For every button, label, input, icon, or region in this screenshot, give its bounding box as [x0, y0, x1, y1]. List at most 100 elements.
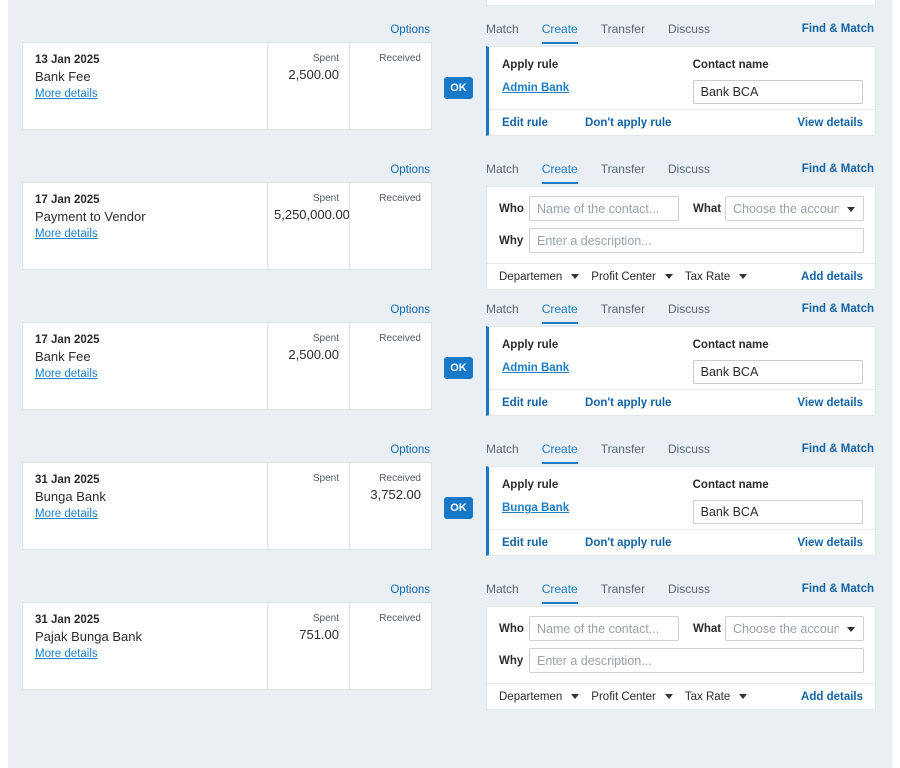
- tab-create[interactable]: Create: [541, 442, 578, 464]
- find-and-match-link[interactable]: Find & Match: [802, 302, 874, 317]
- tab-match[interactable]: Match: [486, 582, 519, 602]
- tax-rate-dropdown[interactable]: Tax Rate: [685, 271, 748, 283]
- more-details-link[interactable]: More details: [35, 506, 98, 522]
- who-label: Who: [499, 202, 524, 215]
- statement-line-column: Options 17 Jan 2025 Payment to Vendor More …: [22, 162, 432, 270]
- departemen-dropdown-label: Departemen: [499, 270, 563, 283]
- who-what-row: Who What: [499, 616, 864, 641]
- options-button[interactable]: Options: [390, 164, 430, 176]
- edit-rule-link[interactable]: Edit rule: [502, 537, 548, 549]
- tab-match[interactable]: Match: [486, 302, 519, 322]
- what-select[interactable]: [725, 196, 864, 221]
- profit-center-dropdown-label: Profit Center: [591, 270, 656, 283]
- who-input[interactable]: [529, 616, 679, 641]
- tab-discuss[interactable]: Discuss: [668, 582, 710, 602]
- find-and-match-link[interactable]: Find & Match: [802, 442, 874, 457]
- add-details-link[interactable]: Add details: [801, 271, 863, 283]
- ok-button[interactable]: OK: [444, 77, 473, 99]
- spent-value: 5,250,000.00: [274, 207, 350, 222]
- contact-name-input[interactable]: [692, 500, 863, 524]
- statement-date: 31 Jan 2025: [35, 614, 100, 626]
- find-and-match-link[interactable]: Find & Match: [802, 582, 874, 597]
- profit-center-dropdown[interactable]: Profit Center: [591, 271, 673, 283]
- tab-transfer[interactable]: Transfer: [601, 22, 645, 42]
- tab-create[interactable]: Create: [541, 22, 578, 44]
- add-details-link[interactable]: Add details: [801, 691, 863, 703]
- contact-name-input[interactable]: [692, 80, 863, 104]
- apply-rule-right: Contact name: [692, 337, 863, 384]
- match-create-column: Match Create Transfer Discuss Find & Match Ap…: [486, 22, 876, 136]
- chevron-down-icon: [664, 694, 673, 699]
- tab-transfer[interactable]: Transfer: [601, 442, 645, 462]
- match-create-column: Match Create Transfer Discuss Find & Match Ap…: [486, 302, 876, 416]
- view-details-link[interactable]: View details: [797, 537, 863, 549]
- find-and-match-link[interactable]: Find & Match: [802, 162, 874, 177]
- tab-create[interactable]: Create: [541, 162, 578, 184]
- tab-transfer[interactable]: Transfer: [601, 582, 645, 602]
- tab-bar: Match Create Transfer Discuss Find & Match: [486, 22, 876, 46]
- options-button[interactable]: Options: [390, 304, 430, 316]
- apply-rule-footer: Edit rule Don't apply rule View details: [489, 529, 875, 555]
- tab-match[interactable]: Match: [486, 22, 519, 42]
- tab-discuss[interactable]: Discuss: [668, 162, 710, 182]
- ok-button[interactable]: OK: [444, 357, 473, 379]
- tab-transfer[interactable]: Transfer: [601, 302, 645, 322]
- received-column: Received 3,752.00: [349, 463, 431, 549]
- dont-apply-rule-link[interactable]: Don't apply rule: [585, 117, 671, 129]
- tab-create[interactable]: Create: [541, 302, 578, 324]
- tax-rate-dropdown-label: Tax Rate: [684, 690, 731, 703]
- more-details-link[interactable]: More details: [35, 86, 98, 102]
- create-form-footer: Departemen Profit Center Tax Rate Add detai…: [487, 263, 875, 289]
- tab-create[interactable]: Create: [541, 582, 578, 604]
- rule-name-link[interactable]: Admin Bank: [502, 362, 569, 374]
- why-label: Why: [499, 234, 524, 247]
- apply-rule-panel: Apply rule Admin Bank Contact name Edit rul…: [486, 46, 876, 136]
- ok-button[interactable]: OK: [444, 497, 473, 519]
- tab-discuss[interactable]: Discuss: [668, 442, 710, 462]
- more-details-link[interactable]: More details: [35, 366, 98, 382]
- dont-apply-rule-link[interactable]: Don't apply rule: [585, 397, 671, 409]
- view-details-link[interactable]: View details: [797, 397, 863, 409]
- contact-name-label: Contact name: [692, 339, 769, 351]
- received-label: Received: [379, 473, 421, 484]
- more-details-link[interactable]: More details: [35, 646, 98, 662]
- why-input[interactable]: [529, 648, 864, 673]
- what-select[interactable]: [725, 616, 864, 641]
- what-input[interactable]: [725, 196, 864, 221]
- apply-rule-label: Apply rule: [502, 339, 559, 351]
- rule-name-link[interactable]: Admin Bank: [502, 82, 569, 94]
- statement-date: 31 Jan 2025: [35, 474, 100, 486]
- rule-name-link[interactable]: Bunga Bank: [502, 502, 569, 514]
- departemen-dropdown[interactable]: Departemen: [499, 691, 580, 703]
- chevron-down-icon: [664, 274, 673, 279]
- view-details-link[interactable]: View details: [797, 117, 863, 129]
- reconciliation-row: Options 17 Jan 2025 Payment to Vendor More …: [8, 162, 892, 302]
- who-input[interactable]: [529, 196, 679, 221]
- why-input[interactable]: [529, 228, 864, 253]
- tab-transfer[interactable]: Transfer: [601, 162, 645, 182]
- contact-name-label: Contact name: [692, 59, 769, 71]
- dont-apply-rule-link[interactable]: Don't apply rule: [585, 537, 671, 549]
- apply-rule-label: Apply rule: [502, 479, 559, 491]
- options-button[interactable]: Options: [390, 24, 430, 36]
- chevron-down-icon: [571, 274, 580, 279]
- edit-rule-link[interactable]: Edit rule: [502, 397, 548, 409]
- tab-match[interactable]: Match: [486, 442, 519, 462]
- create-form-panel: Who What Why Departemen Profit Center Tax Rat…: [486, 606, 876, 710]
- tax-rate-dropdown[interactable]: Tax Rate: [684, 690, 748, 703]
- tab-discuss[interactable]: Discuss: [668, 302, 710, 322]
- apply-rule-left: Apply rule Admin Bank: [502, 57, 693, 97]
- profit-center-dropdown[interactable]: Profit Center: [591, 691, 673, 703]
- statement-line-column: Options 31 Jan 2025 Bunga Bank More details…: [22, 442, 432, 550]
- what-input[interactable]: [725, 616, 864, 641]
- tab-match[interactable]: Match: [486, 162, 519, 182]
- contact-name-input[interactable]: [692, 360, 863, 384]
- tab-discuss[interactable]: Discuss: [668, 22, 710, 42]
- apply-rule-panel: Apply rule Bunga Bank Contact name Edit rul…: [486, 466, 876, 556]
- edit-rule-link[interactable]: Edit rule: [502, 117, 548, 129]
- find-and-match-link[interactable]: Find & Match: [802, 22, 874, 37]
- options-button[interactable]: Options: [390, 584, 430, 596]
- options-button[interactable]: Options: [390, 444, 430, 456]
- more-details-link[interactable]: More details: [35, 226, 98, 242]
- departemen-dropdown[interactable]: Departemen: [499, 270, 580, 283]
